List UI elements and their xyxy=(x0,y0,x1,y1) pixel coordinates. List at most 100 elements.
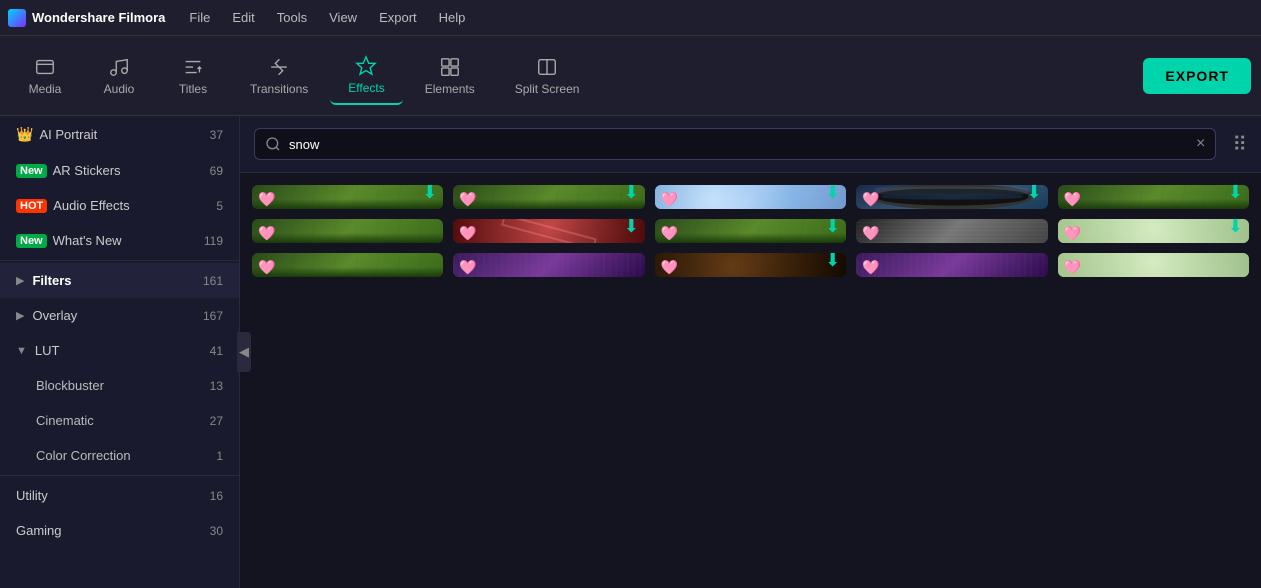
sidebar-divider-1 xyxy=(0,260,239,261)
sidebar-label-ar-stickers: AR Stickers xyxy=(53,163,210,178)
search-icon xyxy=(265,136,281,152)
sidebar-item-utility[interactable]: Utility 16 xyxy=(0,478,239,513)
sidebar: 👑 AI Portrait 37 New AR Stickers 69 HOT … xyxy=(0,116,240,588)
main-content: 👑 AI Portrait 37 New AR Stickers 69 HOT … xyxy=(0,116,1261,588)
tool-elements-label: Elements xyxy=(425,82,475,96)
grid-item-9[interactable]: 🩷 B&W Noise xyxy=(856,219,1047,243)
favorite-icon[interactable]: 🩷 xyxy=(862,259,879,276)
download-icon[interactable]: ⬇ xyxy=(1228,185,1243,203)
sidebar-item-blockbuster[interactable]: Blockbuster 13 xyxy=(0,368,239,403)
grid-item-15[interactable]: 🩷 Ski Pack Overlay 04 xyxy=(1058,253,1249,277)
tool-transitions[interactable]: Transitions xyxy=(232,48,326,104)
app-name: Wondershare Filmora xyxy=(32,10,165,25)
sidebar-item-lut[interactable]: ▼ LUT 41 xyxy=(0,333,239,368)
download-icon[interactable]: ⬇ xyxy=(825,219,840,237)
menu-help[interactable]: Help xyxy=(429,6,476,29)
app-logo-icon xyxy=(8,9,26,27)
grid-item-1[interactable]: 🩷 ⬇ Snow Sports Overlay 2 xyxy=(252,185,443,209)
sidebar-item-whats-new[interactable]: New What's New 119 xyxy=(0,223,239,258)
sidebar-count-color-correction: 1 xyxy=(216,449,223,463)
sidebar-divider-2 xyxy=(0,475,239,476)
tool-effects[interactable]: Effects xyxy=(330,47,402,105)
favorite-icon[interactable]: 🩷 xyxy=(258,259,275,276)
tool-audio[interactable]: Audio xyxy=(84,48,154,104)
favorite-icon[interactable]: 🩷 xyxy=(459,259,476,276)
content-area: × ⠿ 🩷 ⬇ Snow Sports Overlay 2 🩷 ⬇ Snow S… xyxy=(240,116,1261,588)
chevron-down-icon-lut: ▼ xyxy=(16,345,27,357)
sidebar-collapse-handle[interactable]: ◀ xyxy=(237,332,251,372)
download-icon[interactable]: ⬇ xyxy=(825,185,840,203)
grid-item-11[interactable]: 🩷 Winter_Holidays_Pack_O... xyxy=(252,253,443,277)
favorite-icon[interactable]: 🩷 xyxy=(661,225,678,242)
export-button[interactable]: EXPORT xyxy=(1143,58,1251,94)
download-icon[interactable]: ⬇ xyxy=(1228,219,1243,237)
favorite-icon[interactable]: 🩷 xyxy=(1064,225,1081,242)
sidebar-item-audio-effects[interactable]: HOT Audio Effects 5 xyxy=(0,188,239,223)
download-icon[interactable]: ⬇ xyxy=(1027,185,1042,203)
grid-item-3[interactable]: 🩷 ⬇ Snow Sports Overlay 3 - ... xyxy=(655,185,846,209)
tool-split-screen-label: Split Screen xyxy=(515,82,580,96)
grid-item-12[interactable]: 🩷 VHS NOISE xyxy=(453,253,644,277)
grid-item-2[interactable]: 🩷 ⬇ Snow Sports Overlay 1 xyxy=(453,185,644,209)
menu-export[interactable]: Export xyxy=(369,6,427,29)
tool-media[interactable]: Media xyxy=(10,48,80,104)
grid-item-13[interactable]: 🩷 ⬇ Halloween_Pack_Overlay... xyxy=(655,253,846,277)
sidebar-item-color-correction[interactable]: Color Correction 1 xyxy=(0,438,239,473)
sidebar-item-filters[interactable]: ▶ Filters 161 xyxy=(0,263,239,298)
thumb-bg-11: 🩷 xyxy=(252,253,443,277)
thumb-bg-3: 🩷 ⬇ xyxy=(655,185,846,209)
sidebar-item-ai-portrait[interactable]: 👑 AI Portrait 37 xyxy=(0,116,239,153)
sidebar-label-lut: LUT xyxy=(35,343,210,358)
favorite-icon[interactable]: 🩷 xyxy=(661,259,678,276)
tool-split-screen[interactable]: Split Screen xyxy=(497,48,598,104)
sidebar-item-gaming[interactable]: Gaming 30 xyxy=(0,513,239,548)
search-bar: × ⠿ xyxy=(240,116,1261,173)
sidebar-item-ar-stickers[interactable]: New AR Stickers 69 xyxy=(0,153,239,188)
grid-item-5[interactable]: 🩷 ⬇ Snowboard Pack Overlay... xyxy=(1058,185,1249,209)
tool-elements[interactable]: Elements xyxy=(407,48,493,104)
sidebar-item-cinematic[interactable]: Cinematic 27 xyxy=(0,403,239,438)
grid-item-7[interactable]: 🩷 ⬇ Holiday Paper Pop Up - ... xyxy=(453,219,644,243)
tool-titles-label: Titles xyxy=(179,82,207,96)
menu-tools[interactable]: Tools xyxy=(267,6,317,29)
grid-item-10[interactable]: 🩷 ⬇ Winter_Holidays_Pack_O... xyxy=(1058,219,1249,243)
tool-titles[interactable]: Titles xyxy=(158,48,228,104)
sidebar-label-gaming: Gaming xyxy=(16,523,210,538)
sidebar-count-lut: 41 xyxy=(210,344,223,358)
grid-item-4[interactable]: 🩷 ⬇ Snowboard Pack Overlay... xyxy=(856,185,1047,209)
grid-item-8[interactable]: 🩷 ⬇ Winter_Holidays_Pack_O... xyxy=(655,219,846,243)
download-icon[interactable]: ⬇ xyxy=(624,219,639,237)
sidebar-label-blockbuster: Blockbuster xyxy=(36,378,210,393)
menu-edit[interactable]: Edit xyxy=(222,6,264,29)
download-icon[interactable]: ⬇ xyxy=(422,185,437,203)
thumb-bg-6: 🩷 xyxy=(252,219,443,243)
grid-item-14[interactable]: 🩷 VHS BAD NOISE xyxy=(856,253,1047,277)
download-icon[interactable]: ⬇ xyxy=(825,253,840,271)
menu-view[interactable]: View xyxy=(319,6,367,29)
favorite-icon[interactable]: 🩷 xyxy=(862,191,879,208)
sidebar-label-color-correction: Color Correction xyxy=(36,448,216,463)
thumb-bg-5: 🩷 ⬇ xyxy=(1058,185,1249,209)
new-badge-ar: New xyxy=(16,164,47,178)
favorite-icon[interactable]: 🩷 xyxy=(862,225,879,242)
download-icon[interactable]: ⬇ xyxy=(624,185,639,203)
favorite-icon[interactable]: 🩷 xyxy=(459,191,476,208)
menu-file[interactable]: File xyxy=(179,6,220,29)
favorite-icon[interactable]: 🩷 xyxy=(1064,259,1081,276)
sidebar-count-ai-portrait: 37 xyxy=(210,128,223,142)
tool-audio-label: Audio xyxy=(104,82,135,96)
search-clear-button[interactable]: × xyxy=(1196,135,1205,153)
favorite-icon[interactable]: 🩷 xyxy=(1064,191,1081,208)
sidebar-label-overlay: Overlay xyxy=(32,308,203,323)
grid-item-6[interactable]: 🩷 Snowboard Pack Overlay... xyxy=(252,219,443,243)
sidebar-item-overlay[interactable]: ▶ Overlay 167 xyxy=(0,298,239,333)
chevron-right-icon-overlay: ▶ xyxy=(16,309,24,322)
favorite-icon[interactable]: 🩷 xyxy=(459,225,476,242)
favorite-icon[interactable]: 🩷 xyxy=(258,225,275,242)
search-input[interactable] xyxy=(289,137,1188,152)
thumb-bg-8: 🩷 ⬇ xyxy=(655,219,846,243)
search-input-wrap: × xyxy=(254,128,1216,160)
favorite-icon[interactable]: 🩷 xyxy=(258,191,275,208)
favorite-icon[interactable]: 🩷 xyxy=(661,191,678,208)
grid-view-toggle[interactable]: ⠿ xyxy=(1232,132,1247,157)
